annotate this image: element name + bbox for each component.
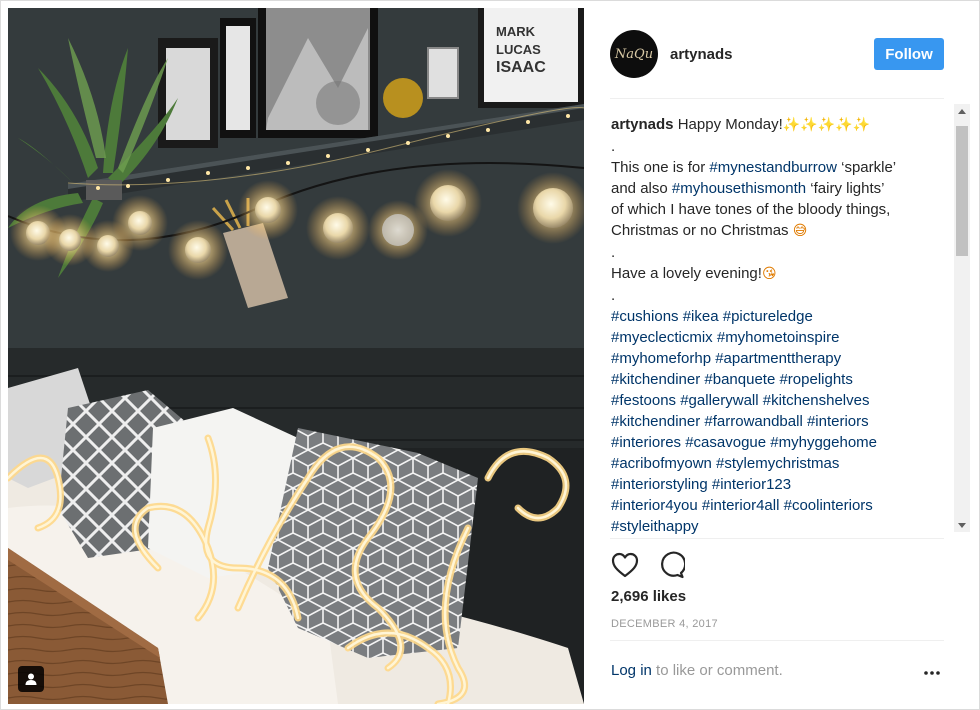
hashtag-line[interactable]: #kitchendiner #farrowandball #interiors	[611, 411, 941, 432]
scroll-down-button[interactable]	[954, 518, 970, 532]
caption-username[interactable]: artynads	[611, 116, 674, 133]
hashtag-link[interactable]: #myhousethismonth	[672, 180, 806, 197]
caption-line: This one is for #mynestandburrow ‘sparkl…	[611, 157, 941, 178]
post-header: NaQu artynads Follow	[610, 28, 944, 80]
hashtag-line[interactable]: #interiorstyling #interior123	[611, 474, 941, 495]
username-link[interactable]: artynads	[670, 46, 874, 63]
more-options-button[interactable]: •••	[920, 664, 944, 682]
avatar[interactable]: NaQu	[610, 30, 658, 78]
post-photo[interactable]: MARK LUCAS ISAAC	[8, 8, 584, 704]
caption-line: of which I have tones of the bloody thin…	[611, 201, 891, 218]
hashtag-line[interactable]: #cushions #ikea #pictureledge	[611, 306, 941, 327]
caption-line: and also #myhousethismonth ‘fairy lights…	[611, 178, 941, 199]
hashtag-line[interactable]: #myhomeforhp #apartmenttherapy	[611, 348, 941, 369]
kiss-emoji: 😘	[761, 266, 777, 282]
scroll-up-arrow-icon	[958, 108, 966, 114]
hashtag-line[interactable]: #styleithappy	[611, 516, 941, 536]
caption-text: This one is for	[611, 159, 710, 176]
more-options-icon	[924, 671, 940, 675]
user-tag-button[interactable]	[18, 666, 44, 692]
footer-divider	[610, 640, 944, 641]
like-count[interactable]: 2,696 likes	[611, 588, 686, 605]
caption-text: ‘fairy lights’	[806, 180, 885, 197]
comment-button[interactable]	[656, 550, 686, 580]
scroll-up-button[interactable]	[954, 104, 970, 118]
caption-text: ‘sparkle’	[836, 159, 897, 176]
hashtag-line[interactable]: #acribofmyown #stylemychristmas	[611, 453, 941, 474]
scroll-down-arrow-icon	[958, 522, 966, 528]
svg-text:MARK: MARK	[496, 24, 536, 39]
caption-scrollbar[interactable]	[954, 104, 970, 532]
login-prompt: Log in to like or comment.	[611, 662, 783, 679]
svg-text:ISAAC: ISAAC	[496, 59, 546, 76]
hashtag-line[interactable]: #interior4you #interior4all #coolinterio…	[611, 495, 941, 516]
post-date[interactable]: DECEMBER 4, 2017	[611, 618, 718, 630]
sweat-smile-emoji: 😅	[792, 223, 808, 239]
sparkles-emoji: ✨✨✨✨✨	[782, 117, 870, 133]
hashtag-line[interactable]: #festoons #gallerywall #kitchenshelves	[611, 390, 941, 411]
photo-illustration: MARK LUCAS ISAAC	[8, 8, 584, 704]
login-link[interactable]: Log in	[611, 662, 652, 679]
scroll-thumb[interactable]	[956, 126, 968, 256]
svg-text:LUCAS: LUCAS	[496, 42, 541, 57]
caption-text: and also	[611, 180, 672, 197]
user-tag-icon	[25, 673, 37, 685]
hashtag-line[interactable]: #myeclecticmix #myhometoinspire	[611, 327, 941, 348]
follow-button[interactable]: Follow	[874, 38, 944, 70]
hashtag-line[interactable]: #interiores #casavogue #myhyggehome	[611, 432, 941, 453]
post-details-panel: NaQu artynads Follow artynads Happy Mond…	[584, 8, 972, 704]
caption-line: Christmas or no Christmas 😅	[611, 220, 941, 242]
heart-icon	[611, 552, 639, 578]
caption-line: .	[611, 287, 616, 304]
login-prompt-text: to like or comment.	[651, 662, 783, 679]
caption-text: Have a lovely evening!	[611, 265, 762, 282]
post-actions	[610, 550, 702, 580]
avatar-logo-text: NaQu	[614, 46, 654, 62]
caption-divider	[610, 538, 944, 539]
caption-line: artynads Happy Monday!✨✨✨✨✨	[611, 114, 941, 136]
hashtag-link[interactable]: #mynestandburrow	[709, 159, 837, 176]
caption-line: .	[611, 244, 616, 261]
caption-text: Happy Monday!	[677, 116, 783, 133]
caption: artynads Happy Monday!✨✨✨✨✨ . This one i…	[611, 114, 941, 536]
like-button[interactable]	[610, 550, 640, 580]
caption-line: Have a lovely evening!😘	[611, 263, 941, 285]
header-divider	[610, 98, 944, 99]
caption-line: .	[611, 138, 616, 155]
comment-icon	[661, 551, 685, 579]
hashtag-line[interactable]: #kitchendiner #banquete #ropelights	[611, 369, 941, 390]
caption-text: Christmas or no Christmas	[611, 222, 793, 239]
